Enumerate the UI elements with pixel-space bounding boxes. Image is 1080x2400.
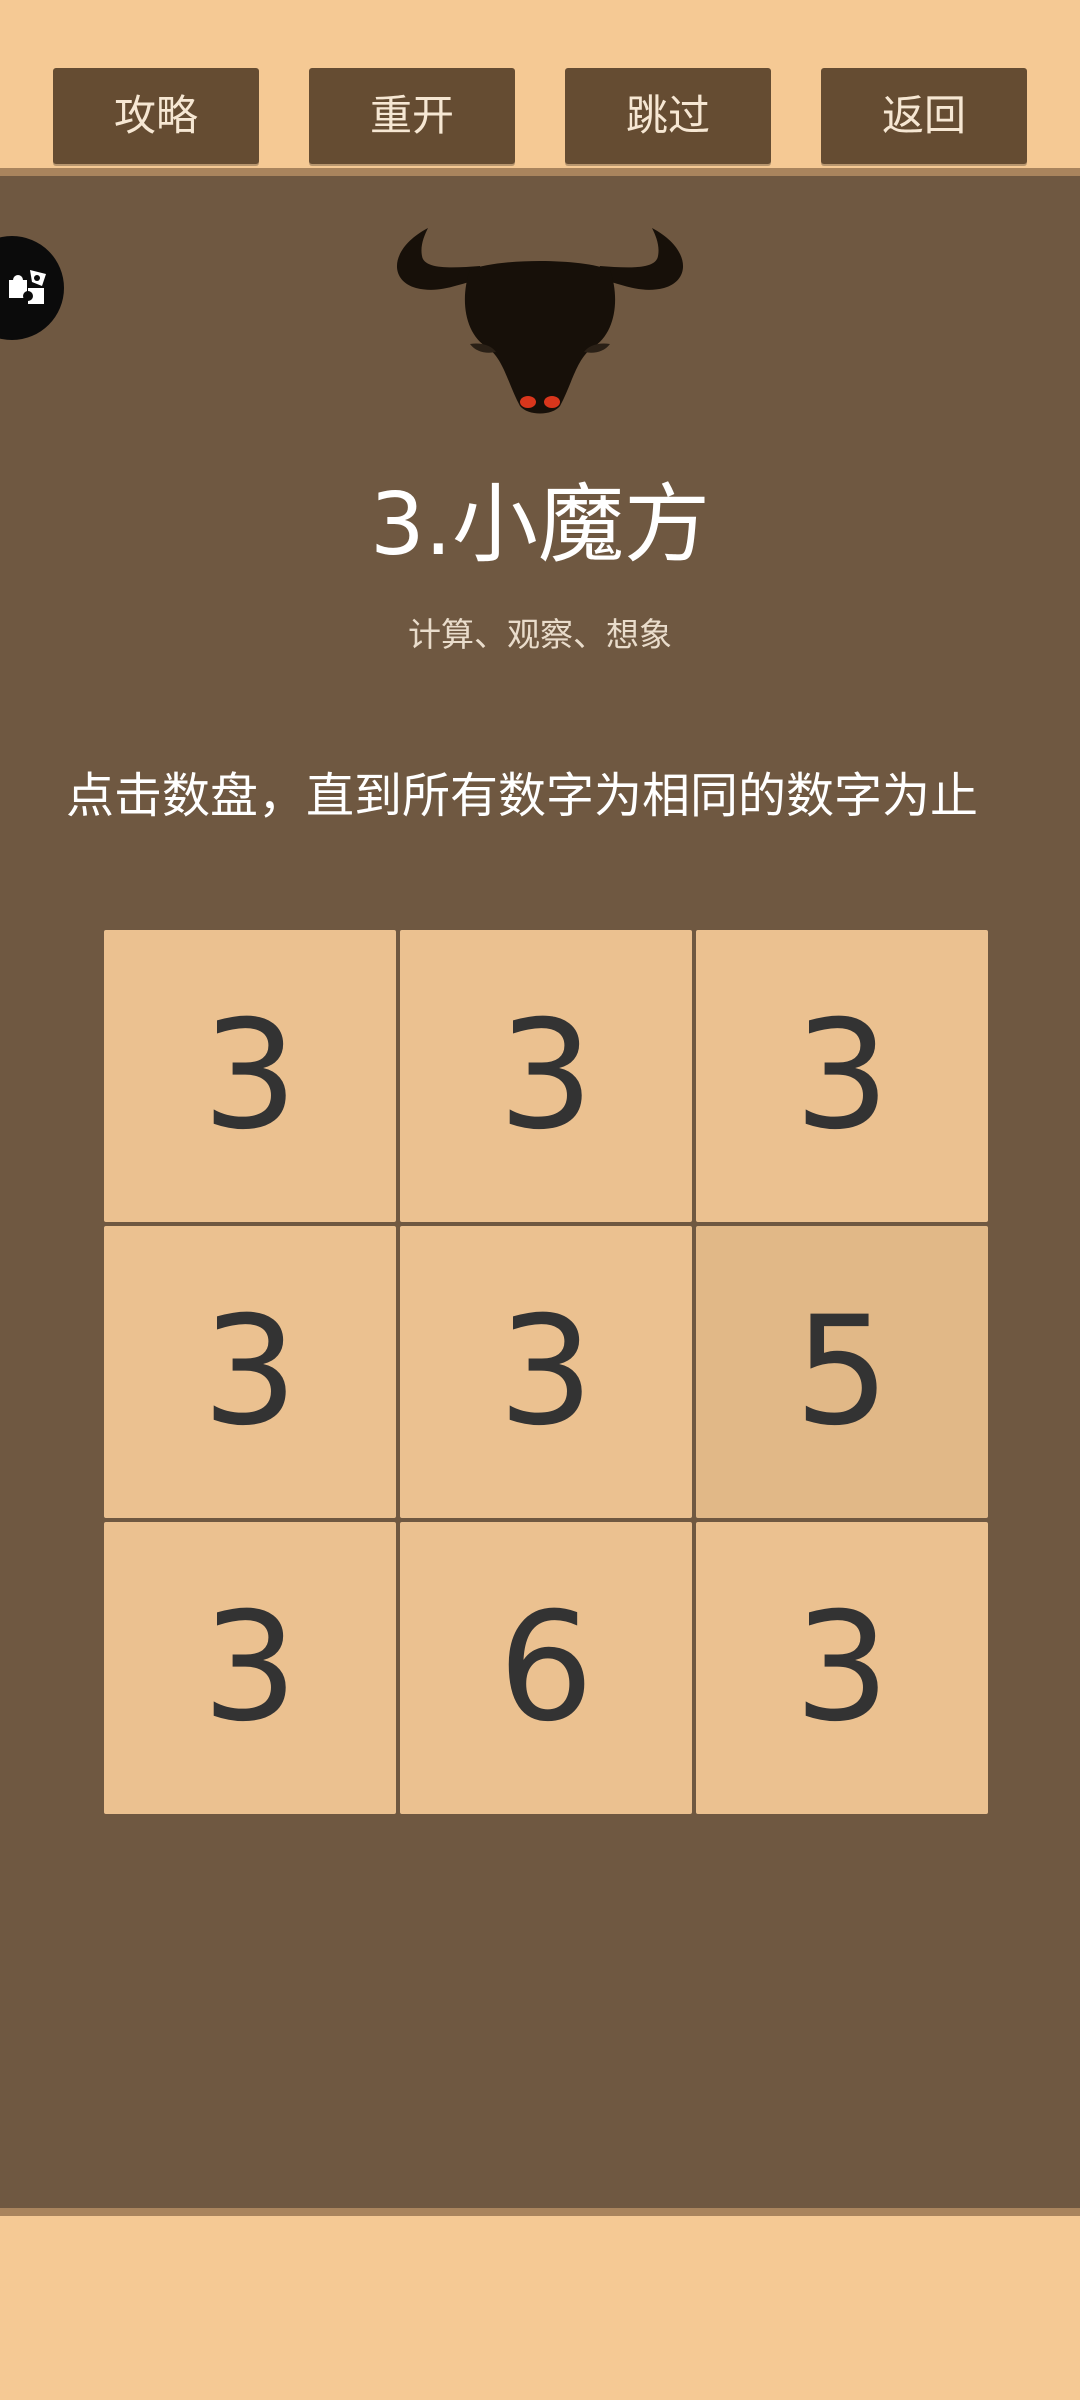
- grid-cell[interactable]: 3: [400, 930, 692, 1222]
- bull-head-icon: [396, 228, 684, 414]
- guide-button[interactable]: 攻略: [53, 68, 259, 164]
- grid-cell[interactable]: 3: [104, 1226, 396, 1518]
- grid-cell[interactable]: 3: [400, 1226, 692, 1518]
- skip-button[interactable]: 跳过: [565, 68, 771, 164]
- back-button[interactable]: 返回: [821, 68, 1027, 164]
- instruction-text: 点击数盘，直到所有数字为相同的数字为止: [66, 768, 979, 824]
- grid-cell[interactable]: 5: [696, 1226, 988, 1518]
- bottom-divider: [0, 2208, 1080, 2216]
- top-toolbar: 攻略 重开 跳过 返回: [0, 0, 1080, 170]
- grid-cell[interactable]: 3: [696, 930, 988, 1222]
- bottom-bar: [0, 2216, 1080, 2400]
- restart-button[interactable]: 重开: [309, 68, 515, 164]
- level-tags: 计算、观察、想象: [408, 615, 672, 654]
- grid-cell[interactable]: 6: [400, 1522, 692, 1814]
- toolbar-divider: [0, 168, 1080, 176]
- puzzle-grid: 3 3 3 3 3 5 3 6 3: [104, 930, 990, 1816]
- grid-cell[interactable]: 3: [104, 930, 396, 1222]
- level-title: 3.小魔方: [369, 475, 711, 575]
- puzzle-icon: [9, 270, 46, 304]
- game-screen: 攻略 重开 跳过 返回 3.小魔方 计算、观察、想象 点击数盘，直到所有数字为相…: [0, 0, 1080, 2400]
- grid-cell[interactable]: 3: [696, 1522, 988, 1814]
- grid-cell[interactable]: 3: [104, 1522, 396, 1814]
